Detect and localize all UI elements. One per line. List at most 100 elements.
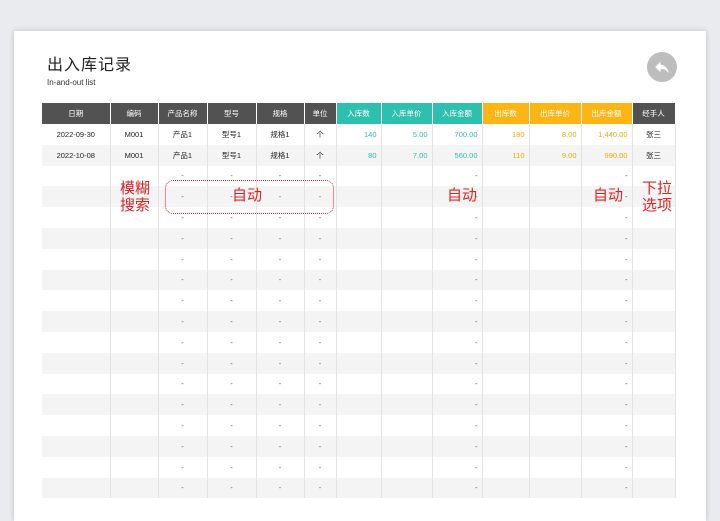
out-amount-cell[interactable]: - (581, 331, 633, 353)
out-amount-cell[interactable]: - (581, 415, 633, 436)
code-cell[interactable] (110, 456, 159, 478)
date-cell[interactable] (42, 477, 111, 499)
header-in-qty[interactable]: 入库数 (336, 103, 382, 124)
in-qty-cell[interactable] (336, 415, 382, 436)
in-qty-cell[interactable] (336, 227, 382, 249)
header-product-name[interactable]: 产品名称 (158, 103, 208, 124)
code-cell[interactable] (110, 415, 159, 436)
out-price-cell[interactable] (529, 456, 582, 478)
in-amount-cell[interactable]: 700.00 (432, 124, 483, 145)
out-qty-cell[interactable] (482, 311, 530, 332)
date-cell[interactable] (42, 186, 111, 208)
out-amount-cell[interactable]: 1,440.00 (581, 124, 633, 145)
unit-cell[interactable]: 个 (304, 124, 337, 145)
out-price-cell[interactable] (529, 207, 582, 228)
out-qty-cell[interactable] (482, 165, 530, 187)
out-qty-cell[interactable] (482, 248, 530, 270)
header-out-qty[interactable]: 出库数 (482, 103, 530, 124)
in-price-cell[interactable]: 7.00 (381, 144, 433, 166)
handler-cell[interactable] (632, 269, 676, 291)
code-cell[interactable] (110, 477, 159, 499)
header-date[interactable]: 日期 (42, 103, 111, 124)
spec-cell[interactable]: - (256, 352, 305, 374)
out-price-cell[interactable]: 8.00 (529, 124, 582, 145)
product-name-cell[interactable]: - (158, 227, 208, 249)
handler-cell[interactable]: 张三 (632, 144, 676, 166)
model-cell[interactable]: - (207, 477, 257, 499)
in-amount-cell[interactable]: - (432, 394, 483, 416)
spec-cell[interactable]: - (256, 415, 305, 436)
empty-table-row[interactable]: ------ (42, 477, 676, 499)
out-amount-cell[interactable]: - (581, 394, 633, 416)
handler-cell[interactable] (632, 435, 676, 457)
in-price-cell[interactable] (381, 352, 433, 374)
in-price-cell[interactable] (381, 331, 433, 353)
empty-table-row[interactable]: ------ (42, 269, 676, 291)
in-amount-cell[interactable]: 560.00 (432, 144, 483, 166)
in-amount-cell[interactable]: - (432, 290, 483, 312)
out-amount-cell[interactable]: - (581, 352, 633, 374)
in-amount-cell[interactable]: - (432, 269, 483, 291)
out-price-cell[interactable] (529, 373, 582, 395)
out-amount-cell[interactable]: - (581, 373, 633, 395)
model-cell[interactable]: - (207, 456, 257, 478)
model-cell[interactable]: - (207, 394, 257, 416)
out-price-cell[interactable] (529, 186, 582, 208)
spec-cell[interactable]: - (256, 394, 305, 416)
unit-cell[interactable]: - (304, 227, 337, 249)
header-code[interactable]: 编码 (110, 103, 159, 124)
code-cell[interactable] (110, 248, 159, 270)
in-price-cell[interactable] (381, 311, 433, 332)
date-cell[interactable] (42, 456, 111, 478)
out-price-cell[interactable] (529, 415, 582, 436)
model-cell[interactable]: 型号1 (207, 144, 257, 166)
handler-cell[interactable] (632, 227, 676, 249)
in-amount-cell[interactable]: - (432, 415, 483, 436)
unit-cell[interactable]: - (304, 477, 337, 499)
in-price-cell[interactable] (381, 373, 433, 395)
handler-cell[interactable] (632, 415, 676, 436)
model-cell[interactable]: - (207, 227, 257, 249)
empty-table-row[interactable]: ------ (42, 352, 676, 374)
header-out-amount[interactable]: 出库金额 (581, 103, 633, 124)
code-cell[interactable] (110, 331, 159, 353)
out-price-cell[interactable] (529, 269, 582, 291)
in-price-cell[interactable] (381, 290, 433, 312)
spec-cell[interactable]: - (256, 311, 305, 332)
spec-cell[interactable]: - (256, 477, 305, 499)
out-price-cell[interactable] (529, 331, 582, 353)
product-name-cell[interactable]: - (158, 435, 208, 457)
empty-table-row[interactable]: ------ (42, 435, 676, 457)
unit-cell[interactable]: 个 (304, 144, 337, 166)
model-cell[interactable]: - (207, 352, 257, 374)
in-amount-cell[interactable]: - (432, 373, 483, 395)
date-cell[interactable] (42, 415, 111, 436)
in-amount-cell[interactable]: - (432, 331, 483, 353)
spec-cell[interactable]: - (256, 290, 305, 312)
out-qty-cell[interactable] (482, 331, 530, 353)
model-cell[interactable]: - (207, 311, 257, 332)
date-cell[interactable] (42, 248, 111, 270)
spec-cell[interactable]: 规格1 (256, 144, 305, 166)
empty-table-row[interactable]: ------ (42, 456, 676, 478)
in-qty-cell[interactable] (336, 290, 382, 312)
out-price-cell[interactable] (529, 248, 582, 270)
handler-cell[interactable] (632, 477, 676, 499)
in-price-cell[interactable] (381, 269, 433, 291)
out-qty-cell[interactable] (482, 394, 530, 416)
unit-cell[interactable]: - (304, 290, 337, 312)
spec-cell[interactable]: - (256, 456, 305, 478)
in-qty-cell[interactable] (336, 373, 382, 395)
in-amount-cell[interactable]: - (432, 477, 483, 499)
handler-cell[interactable] (632, 311, 676, 332)
out-price-cell[interactable] (529, 290, 582, 312)
out-price-cell[interactable] (529, 227, 582, 249)
spec-cell[interactable]: - (256, 435, 305, 457)
empty-table-row[interactable]: ------ (42, 311, 676, 332)
out-amount-cell[interactable]: - (581, 477, 633, 499)
in-amount-cell[interactable]: - (432, 456, 483, 478)
out-qty-cell[interactable] (482, 477, 530, 499)
empty-table-row[interactable]: ------ (42, 331, 676, 353)
out-price-cell[interactable] (529, 477, 582, 499)
handler-cell[interactable] (632, 352, 676, 374)
